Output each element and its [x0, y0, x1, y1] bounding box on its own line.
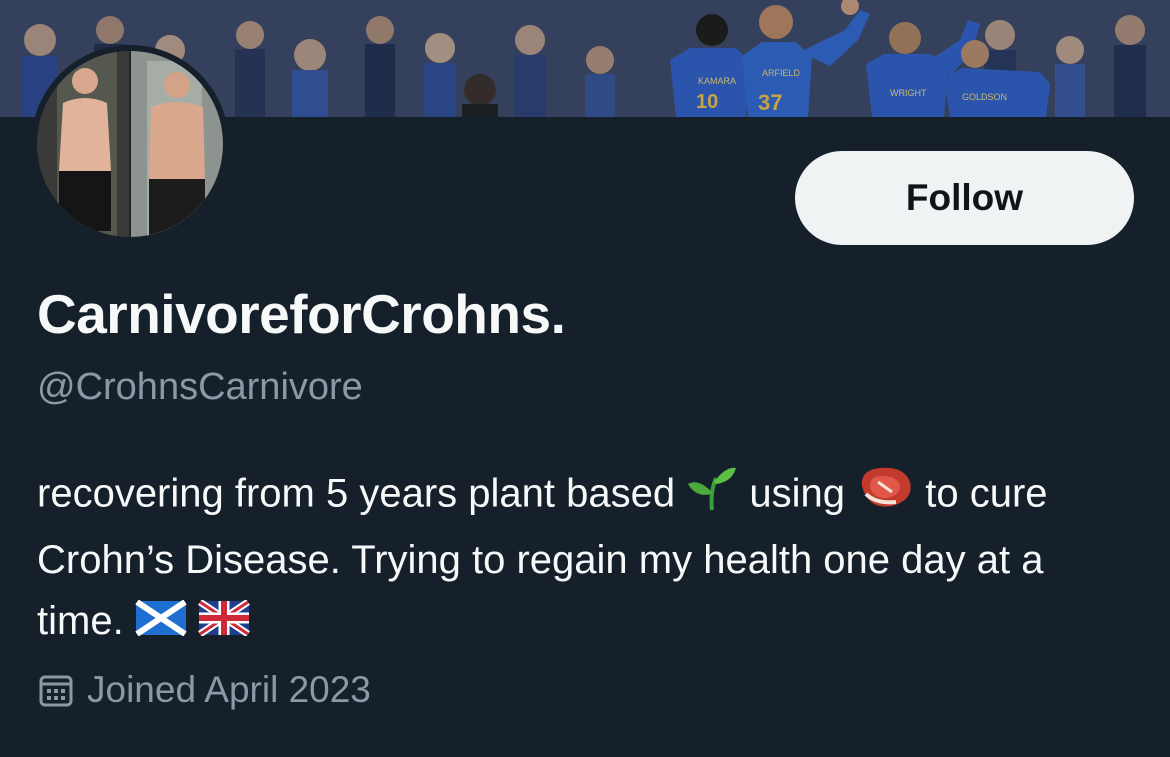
joined-text: Joined April 2023 — [87, 669, 371, 710]
follow-button[interactable]: Follow — [795, 151, 1134, 245]
profile-bio: recovering from 5 years plant based usin… — [37, 462, 1137, 654]
uk-flag-icon — [197, 593, 250, 654]
avatar-image — [37, 51, 223, 237]
meat-icon — [856, 464, 914, 528]
bio-text-part-2: using — [749, 471, 845, 516]
bio-text-part-1: recovering from 5 years plant based — [37, 471, 676, 516]
scotland-flag-icon — [135, 593, 187, 654]
profile-page: 10 37 KAMARA ARFIELD WRIGHT GOLDSON Foll… — [0, 0, 1170, 757]
profile-avatar[interactable] — [31, 45, 229, 243]
display-name: CarnivoreforCrohns. — [37, 283, 566, 345]
user-handle: @CrohnsCarnivore — [37, 366, 363, 408]
seedling-icon — [686, 462, 738, 530]
joined-date: Joined April 2023 — [37, 669, 371, 711]
calendar-icon — [37, 671, 75, 709]
